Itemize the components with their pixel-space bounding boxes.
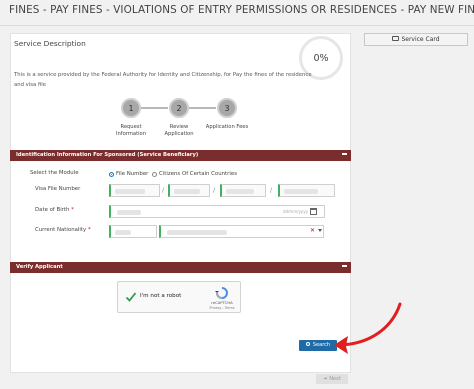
dob-label: Date of Birth *: [35, 207, 74, 213]
step-3-label: Application Fees: [200, 124, 254, 131]
step-1-circle: 1: [121, 98, 141, 118]
recaptcha-brand: reCAPTCHA: [211, 300, 233, 305]
step-3-circle: 3: [217, 98, 237, 118]
chevron-down-icon[interactable]: [318, 229, 322, 232]
verify-section-title: Verify Applicant: [16, 264, 63, 270]
next-button-label: Next: [329, 376, 341, 382]
module-label: Select the Module: [30, 170, 79, 176]
checkmark-icon[interactable]: [125, 291, 137, 303]
collapse-icon[interactable]: [342, 153, 347, 155]
arrow-right-icon: ➜: [323, 376, 328, 382]
verify-section-header[interactable]: Verify Applicant: [10, 262, 351, 273]
nationality-code-input[interactable]: [109, 225, 157, 238]
page-title: FINES - PAY FINES - VIOLATIONS OF ENTRY …: [9, 4, 474, 16]
service-description-text: This is a service provided by the Federa…: [14, 72, 312, 88]
next-button[interactable]: ➜ Next: [316, 374, 348, 384]
progress-value: 0%: [313, 52, 329, 64]
search-button-label: Search: [312, 342, 331, 348]
search-icon: [305, 341, 310, 346]
identification-section-title: Identification Information For Sponsored…: [16, 152, 199, 158]
recaptcha-label: I'm not a robot: [140, 293, 182, 299]
nationality-label-text: Current Nationality: [35, 227, 87, 233]
nationality-select[interactable]: [159, 225, 324, 238]
separator: /: [213, 187, 216, 194]
visa-file-part-4[interactable]: [278, 184, 335, 197]
visa-file-part-1[interactable]: [109, 184, 160, 197]
step-2-label: Review Application: [158, 124, 200, 138]
visa-file-part-3[interactable]: [220, 184, 266, 197]
annotation-arrow: [334, 302, 402, 354]
recaptcha-terms[interactable]: Privacy - Terms: [204, 306, 240, 310]
recaptcha-logo-icon: [215, 287, 228, 299]
service-card-label: Service Card: [401, 36, 440, 43]
header-divider: [0, 25, 474, 26]
service-card-button[interactable]: Service Card: [364, 33, 468, 46]
step-1-label: Request Information: [110, 124, 152, 138]
recaptcha-widget[interactable]: I'm not a robot reCAPTCHA Privacy - Term…: [117, 281, 241, 313]
required-mark: *: [87, 227, 91, 233]
step-3-label-line1: Application Fees: [205, 124, 249, 130]
radio-citizens-label: Citizens Of Certain Countries: [159, 171, 238, 177]
nationality-label: Current Nationality *: [35, 227, 91, 233]
dob-label-text: Date of Birth: [35, 207, 70, 213]
step-2-label-line2: Application: [164, 131, 194, 137]
step-1-label-line1: Request: [120, 124, 142, 130]
step-2-circle: 2: [169, 98, 189, 118]
step-2-label-line1: Review: [169, 124, 189, 130]
service-description-title: Service Description: [14, 39, 86, 48]
dob-input[interactable]: dd/mm/yyyy: [109, 205, 325, 218]
dob-placeholder: dd/mm/yyyy: [283, 209, 309, 214]
step-connector: [188, 107, 216, 109]
required-mark: *: [71, 207, 74, 213]
radio-citizens[interactable]: [152, 172, 157, 177]
separator: /: [162, 187, 165, 194]
visa-file-part-2[interactable]: [168, 184, 210, 197]
radio-file-number[interactable]: [109, 172, 114, 177]
calendar-icon[interactable]: [310, 208, 317, 215]
clear-icon[interactable]: ✕: [310, 227, 315, 234]
step-1-label-line2: Information: [115, 131, 147, 137]
radio-file-number-label: File Number: [116, 171, 149, 177]
card-icon: [392, 36, 400, 41]
identification-section-header[interactable]: Identification Information For Sponsored…: [10, 150, 351, 161]
step-connector: [140, 107, 168, 109]
separator: /: [270, 187, 273, 194]
collapse-icon[interactable]: [342, 265, 347, 267]
visa-file-label: Visa File Number: [35, 186, 81, 192]
